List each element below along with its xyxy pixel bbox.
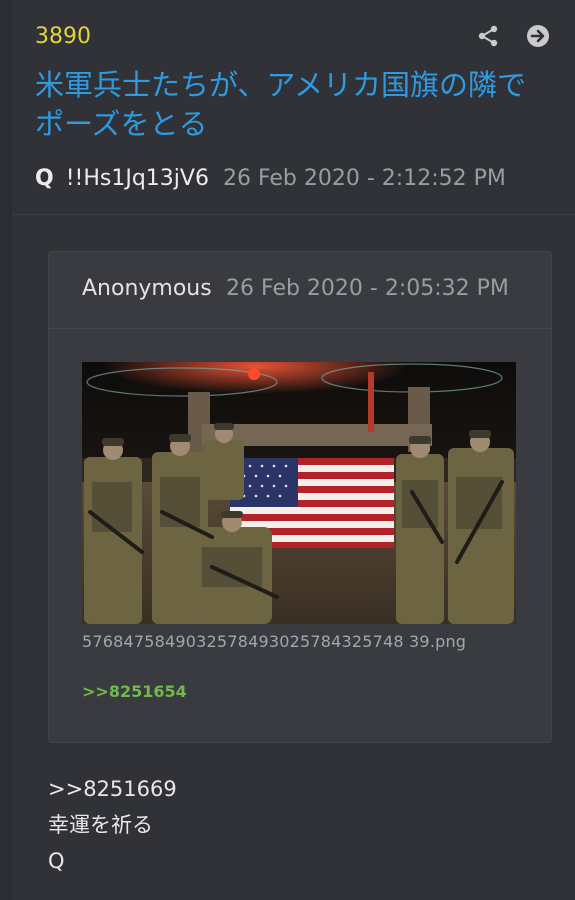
author-tripcode: !!Hs1Jq13jV6 xyxy=(65,165,209,191)
header-divider xyxy=(12,214,575,215)
quoted-reply-link[interactable]: >>8251654 xyxy=(82,682,187,701)
post-number[interactable]: 3890 xyxy=(35,24,91,49)
body-message: 幸運を祈る xyxy=(48,813,153,837)
author-name: Q xyxy=(35,165,54,191)
share-icon[interactable] xyxy=(476,24,500,48)
body-signature: Q xyxy=(48,849,65,873)
post-author-row: Q !!Hs1Jq13jV6 26 Feb 2020 - 2:12:52 PM xyxy=(35,163,506,193)
quoted-post-header: Anonymous 26 Feb 2020 - 2:05:32 PM xyxy=(49,252,551,329)
post-title: 米軍兵士たちが、アメリカ国旗の隣でポーズをとる xyxy=(35,68,526,141)
quoted-author-name: Anonymous xyxy=(82,276,212,301)
post-body: >>8251669 幸運を祈る Q xyxy=(48,771,177,879)
post-date: 26 Feb 2020 - 2:12:52 PM xyxy=(222,165,506,191)
quoted-post-date: 26 Feb 2020 - 2:05:32 PM xyxy=(226,276,509,301)
body-reply-link[interactable]: >>8251669 xyxy=(48,771,177,807)
image-filename[interactable]: 5768475849032578493025784325748 39.png xyxy=(82,632,466,651)
arrow-right-circle-icon[interactable] xyxy=(526,24,550,48)
quoted-post-card: Anonymous 26 Feb 2020 - 2:05:32 PM 57684… xyxy=(48,251,552,743)
left-margin-strip xyxy=(0,0,12,900)
quoted-post-image[interactable] xyxy=(82,362,516,624)
